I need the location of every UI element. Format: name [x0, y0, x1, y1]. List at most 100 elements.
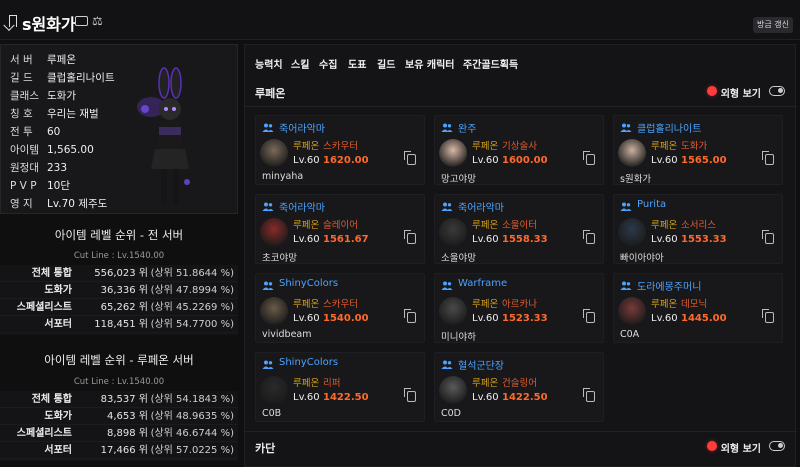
character-card[interactable]: 죽어라악마 루페온 스카우터 Lv.60 1620.00 minyaha: [255, 115, 425, 185]
character-portrait: [260, 297, 288, 325]
copy-icon[interactable]: [404, 388, 416, 402]
tab-skills[interactable]: 스킬: [291, 56, 309, 71]
guild-name: 클럽홀리나이트: [637, 124, 702, 135]
guild-users-icon: [620, 281, 632, 290]
combat-level: Lv.60: [293, 313, 320, 324]
class-name: 리퍼: [323, 378, 341, 389]
profile-row-title: 칭 호 우리는 재벌: [10, 108, 99, 120]
character-portrait: [260, 376, 288, 404]
section-header-kadan: 카단 외형 보기: [245, 431, 797, 461]
guild-name: ShinyColors: [279, 357, 339, 368]
guild-users-icon: [441, 123, 453, 132]
scale-icon[interactable]: ⚖: [92, 14, 103, 28]
character-card[interactable]: 혈석군단장 루페온 건슬링어 Lv.60 1422.50 C0D: [434, 352, 604, 422]
copy-icon[interactable]: [404, 230, 416, 244]
profile-row-estate: 영 지 Lv.70 제주도: [10, 198, 108, 210]
ranking-title: 아이템 레벨 순위 - 전 서버: [54, 228, 184, 242]
class-name: 기상술사: [502, 141, 537, 152]
combat-level: Lv.60: [293, 155, 320, 166]
server-name: 루페온: [293, 299, 320, 310]
class-name: 데모닉: [681, 299, 708, 310]
copy-icon[interactable]: [762, 151, 774, 165]
class-name: 소서리스: [681, 220, 716, 231]
copy-icon[interactable]: [583, 388, 595, 402]
character-card[interactable]: 죽어라악마 루페온 슬레이어 Lv.60 1561.67 초코야망: [255, 194, 425, 264]
combat-level: Lv.60: [651, 234, 678, 245]
character-name: 미니야하: [441, 332, 476, 343]
copy-icon[interactable]: [404, 309, 416, 323]
table-row: 스페셜리스트 65,262 위 (상위 45.2269 %): [0, 299, 238, 316]
copy-icon[interactable]: [404, 151, 416, 165]
tab-chart[interactable]: 도표: [348, 56, 366, 71]
id-card-icon[interactable]: [75, 16, 88, 26]
profile-row-guild: 길 드 클럽홀리나이트: [10, 72, 115, 84]
copy-icon[interactable]: [762, 309, 774, 323]
copy-icon[interactable]: [583, 230, 595, 244]
item-level: 1558.33: [502, 234, 548, 245]
class-name: 슬레이어: [323, 220, 358, 231]
guild-name: 죽어라악마: [279, 124, 325, 135]
copy-icon[interactable]: [762, 230, 774, 244]
copy-icon[interactable]: [583, 151, 595, 165]
look-toggle[interactable]: [769, 441, 785, 451]
look-toggle[interactable]: [769, 86, 785, 96]
character-name: minyaha: [262, 171, 304, 182]
server-name: 루페온: [472, 141, 499, 152]
tab-characters[interactable]: 보유 캐릭터: [405, 56, 454, 71]
character-card[interactable]: 도라에몽주머니 루페온 데모닉 Lv.60 1445.00 C0A: [613, 273, 783, 343]
table-row: 도화가 36,336 위 (상위 47.8994 %): [0, 282, 238, 299]
guild-users-icon: [262, 123, 274, 132]
profile-row-pvp: P V P 10단: [10, 180, 71, 192]
character-portrait: [439, 376, 467, 404]
class-name: 도화가: [681, 141, 708, 152]
refresh-button[interactable]: 방금 갱신: [753, 17, 793, 33]
profile-row-item-level: 아이템 1,565.00: [10, 144, 94, 156]
ranking-title: 아이템 레벨 순위 - 루페온 서버: [44, 353, 194, 367]
class-name: 스카우터: [323, 141, 358, 152]
combat-level: Lv.60: [472, 155, 499, 166]
tab-collection[interactable]: 수집: [319, 56, 337, 71]
table-row: 서포터 17,466 위 (상위 57.0225 %): [0, 442, 238, 459]
copy-icon[interactable]: [583, 309, 595, 323]
guild-users-icon: [441, 202, 453, 211]
guild-name: ShinyColors: [279, 278, 339, 289]
table-row: 스페셜리스트 8,898 위 (상위 46.6744 %): [0, 425, 238, 442]
character-name: C0D: [441, 408, 461, 419]
item-level: 1620.00: [323, 155, 369, 166]
character-card[interactable]: ShinyColors 루페온 스카우터 Lv.60 1540.00 vividbeam: [255, 273, 425, 343]
combat-level: Lv.60: [651, 313, 678, 324]
character-card[interactable]: Warframe 루페온 아르카나 Lv.60 1523.33 미니야하: [434, 273, 604, 343]
look-label: 외형 보기: [720, 444, 761, 455]
bookmark-icon[interactable]: [9, 15, 17, 27]
server-name: 루페온: [651, 141, 678, 152]
tab-weekly-gold[interactable]: 주간골드획득: [463, 56, 518, 71]
character-card[interactable]: ShinyColors 루페온 리퍼 Lv.60 1422.50 C0B: [255, 352, 425, 422]
guild-name: 죽어라악마: [279, 203, 325, 214]
character-card[interactable]: 클럽홀리나이트 루페온 도화가 Lv.60 1565.00 s원화가: [613, 115, 783, 185]
section-title: 루페온: [255, 87, 286, 100]
character-portrait: [618, 139, 646, 167]
character-card[interactable]: Purita 루페온 소서리스 Lv.60 1553.33 빠이아야아: [613, 194, 783, 264]
guild-users-icon: [262, 360, 274, 369]
table-row: 서포터 118,451 위 (상위 54.7700 %): [0, 316, 238, 333]
character-card[interactable]: 죽어라악마 루페온 소울이터 Lv.60 1558.33 소울야망: [434, 194, 604, 264]
server-name: 루페온: [472, 299, 499, 310]
server-name: 루페온: [472, 220, 499, 231]
character-portrait: [439, 297, 467, 325]
item-level: 1523.33: [502, 313, 548, 324]
character-card[interactable]: 완주 루페온 기상술사 Lv.60 1600.00 망고야망: [434, 115, 604, 185]
character-portrait: [260, 218, 288, 246]
guild-name: Warframe: [458, 278, 508, 289]
combat-level: Lv.60: [651, 155, 678, 166]
combat-level: Lv.60: [472, 234, 499, 245]
combat-level: Lv.60: [472, 313, 499, 324]
item-level: 1445.00: [681, 313, 727, 324]
ranking-server: 아이템 레벨 순위 - 루페온 서버 Cut Line : Lv.1540.00…: [0, 347, 238, 467]
item-level: 1422.50: [323, 392, 369, 403]
character-name: vividbeam: [262, 329, 312, 340]
tab-stats[interactable]: 능력치: [255, 56, 283, 71]
guild-users-icon: [441, 360, 453, 369]
guild-users-icon: [262, 281, 274, 290]
tab-guild[interactable]: 길드: [377, 56, 395, 71]
guild-name: 도라에몽주머니: [637, 282, 702, 293]
